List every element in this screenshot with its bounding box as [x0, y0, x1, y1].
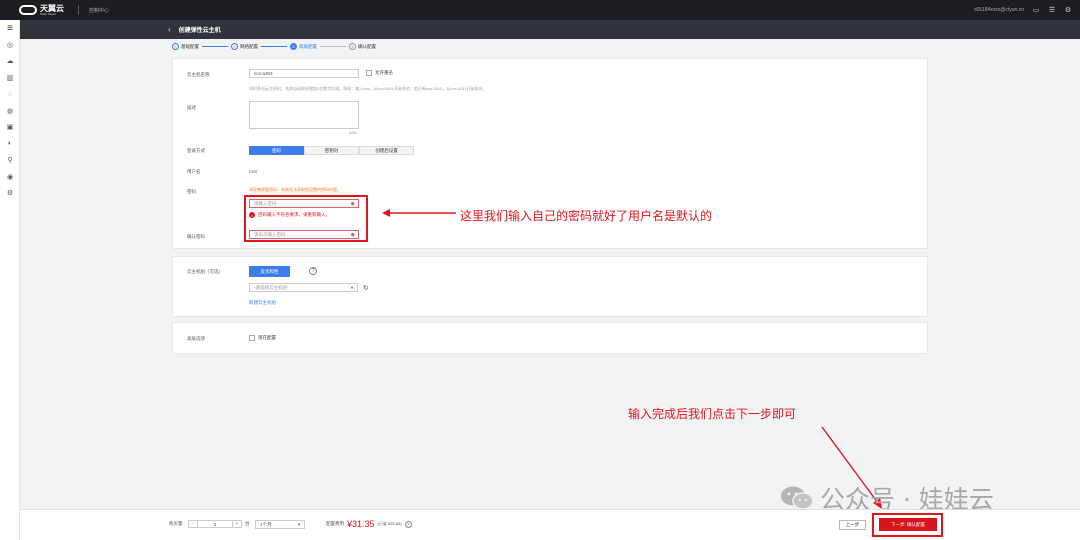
- step-connector: [320, 46, 346, 47]
- step-connector: [261, 46, 287, 47]
- page-title: 创建弹性云主机: [178, 28, 221, 34]
- password-error: × 密码输入不符合要求，请重新输入。: [249, 212, 330, 218]
- top-nav-bar: 天翼云 State Cloud 控制中心 c65184xxxx@ctyun.cn…: [0, 0, 1080, 20]
- document-icon[interactable]: ☰: [1048, 6, 1056, 14]
- eye-icon[interactable]: ◉: [351, 201, 355, 207]
- next-step-annotation: 输入完成后我们点击下一步即可: [628, 407, 797, 421]
- refresh-icon[interactable]: ↻: [363, 284, 369, 292]
- login-method-label: 登录方式: [187, 148, 205, 153]
- console-link[interactable]: 控制中心: [89, 7, 109, 14]
- description-counter: 0/85: [349, 130, 357, 135]
- allow-duplicate-checkbox[interactable]: [366, 70, 372, 76]
- step-basic[interactable]: ✓ 基础配置: [172, 43, 199, 50]
- help-icon[interactable]: ?: [309, 267, 317, 275]
- help-icon[interactable]: ?: [404, 520, 412, 528]
- step-confirm[interactable]: 4 确认配置: [349, 43, 376, 50]
- advanced-options-card: 高级选项 现在配置: [172, 322, 928, 354]
- step-number: 4: [349, 43, 356, 50]
- password-warning: 请妥善保管密码，系统无法获取您设置的密码内容。: [249, 187, 341, 192]
- quantity-label: 购买量: [169, 521, 183, 526]
- name-label: 云主机名称: [187, 72, 210, 77]
- eye-icon[interactable]: ◉: [351, 232, 355, 238]
- ops-icon[interactable]: ◉: [0, 169, 20, 186]
- price-value: ¥31.35: [347, 519, 375, 529]
- network-icon[interactable]: ◍: [0, 103, 20, 120]
- configure-now-checkbox[interactable]: [249, 335, 255, 341]
- step-network[interactable]: ✓ 网络配置: [231, 43, 258, 50]
- page-header: ‹ 创建弹性云主机: [20, 20, 1080, 39]
- annotation-arrow: [382, 209, 456, 217]
- price-label: 配置费用: [326, 521, 344, 526]
- settings-icon[interactable]: ⚙: [0, 185, 20, 202]
- check-icon: ✓: [231, 43, 238, 50]
- password-annotation: 这里我们输入自己的密码就好了用户名是默认的: [460, 209, 713, 223]
- tab-keypair[interactable]: 密钥对: [304, 146, 359, 155]
- plus-icon[interactable]: +: [232, 521, 241, 527]
- menu-icon[interactable]: ≡: [0, 20, 20, 37]
- cloud-icon[interactable]: ☁: [0, 53, 20, 70]
- step-number: 3: [290, 43, 297, 50]
- username-value: root: [249, 169, 257, 174]
- configure-now-label: 现在配置: [258, 335, 276, 340]
- password-label: 密码: [187, 189, 196, 194]
- settings-icon[interactable]: ⚙: [1064, 6, 1072, 14]
- name-hint: 同时多台云主机时，名称自动按序增加4位数字后缀。例如：输入ecs，从ecs-00…: [249, 86, 487, 91]
- price-summary: 配置费用 ¥31.35 (已省 ¥25.65) ?: [326, 519, 412, 529]
- sidebar: ≡ ◎ ☁ ▥ ◌ ◍ ▣ ◐ ⚲ ◉ ⚙: [0, 20, 20, 540]
- previous-step-button[interactable]: 上一步: [839, 520, 866, 530]
- monitor-icon[interactable]: ◐: [0, 136, 20, 153]
- description-label: 描述: [187, 105, 196, 110]
- server-icon[interactable]: ◎: [0, 37, 20, 54]
- cloud-logo-icon: [19, 5, 37, 15]
- quantity-value[interactable]: 1: [198, 521, 232, 527]
- host-group-label: 云主机组（可选）: [187, 269, 223, 274]
- allow-duplicate-label: 允许重名: [375, 70, 393, 75]
- error-icon: ×: [249, 212, 255, 218]
- back-arrow-icon[interactable]: ‹: [168, 25, 171, 34]
- brand-logo[interactable]: 天翼云 State Cloud: [19, 4, 64, 16]
- host-group-select[interactable]: -请选择云主机组- ▼: [249, 283, 358, 292]
- tab-set-later[interactable]: 创建后设置: [359, 146, 414, 155]
- name-input[interactable]: ecs-a363: [249, 69, 359, 78]
- minus-icon[interactable]: −: [189, 521, 198, 527]
- tab-password[interactable]: 密码: [249, 146, 304, 155]
- db-icon[interactable]: ▥: [0, 70, 20, 87]
- quantity-unit: 台: [245, 521, 250, 526]
- confirm-password-input[interactable]: 请再次输入密码 ◉: [249, 230, 359, 239]
- advanced-options-label: 高级选项: [187, 336, 205, 341]
- brand-subtitle: State Cloud: [40, 11, 56, 16]
- confirm-password-label: 确认密码: [187, 234, 205, 239]
- bottom-action-bar: 购买量 − 1 + 台 1个月 ▼ 配置费用 ¥31.35 (已省 ¥25.65…: [20, 509, 1080, 540]
- chevron-down-icon: ▼: [350, 285, 354, 290]
- create-host-group-link[interactable]: 新建云主机组: [249, 300, 276, 306]
- step-connector: [202, 46, 228, 47]
- storage-icon[interactable]: ◌: [0, 86, 20, 103]
- chevron-down-icon: ▼: [297, 522, 301, 527]
- login-method-tabs: 密码 密钥对 创建后设置: [249, 146, 414, 155]
- password-input[interactable]: 请输入密码 ◉: [249, 199, 359, 208]
- quantity-stepper[interactable]: − 1 +: [188, 520, 242, 528]
- security-icon[interactable]: ▣: [0, 119, 20, 136]
- description-textarea[interactable]: [249, 101, 359, 129]
- check-icon: ✓: [172, 43, 179, 50]
- next-step-button[interactable]: 下一步: 确认配置: [879, 518, 937, 531]
- wizard-steps: ✓ 基础配置 ✓ 网络配置 3 高级配置 4 确认配置: [172, 43, 376, 50]
- duration-select[interactable]: 1个月 ▼: [255, 520, 305, 529]
- account-name[interactable]: c65184xxxx@ctyun.cn: [974, 7, 1024, 13]
- wechat-icon: [781, 486, 814, 510]
- message-icon[interactable]: ▭: [1032, 6, 1040, 14]
- username-label: 用户名: [187, 169, 201, 174]
- app-icon[interactable]: ⚲: [0, 152, 20, 169]
- divider: [78, 5, 79, 15]
- price-detail: (已省 ¥25.65): [377, 521, 402, 526]
- step-advanced[interactable]: 3 高级配置: [290, 43, 317, 50]
- host-group-card: 云主机组（可选） 反亲和性 ? -请选择云主机组- ▼ ↻ 新建云主机组: [172, 256, 928, 317]
- anti-affinity-button[interactable]: 反亲和性: [249, 266, 290, 277]
